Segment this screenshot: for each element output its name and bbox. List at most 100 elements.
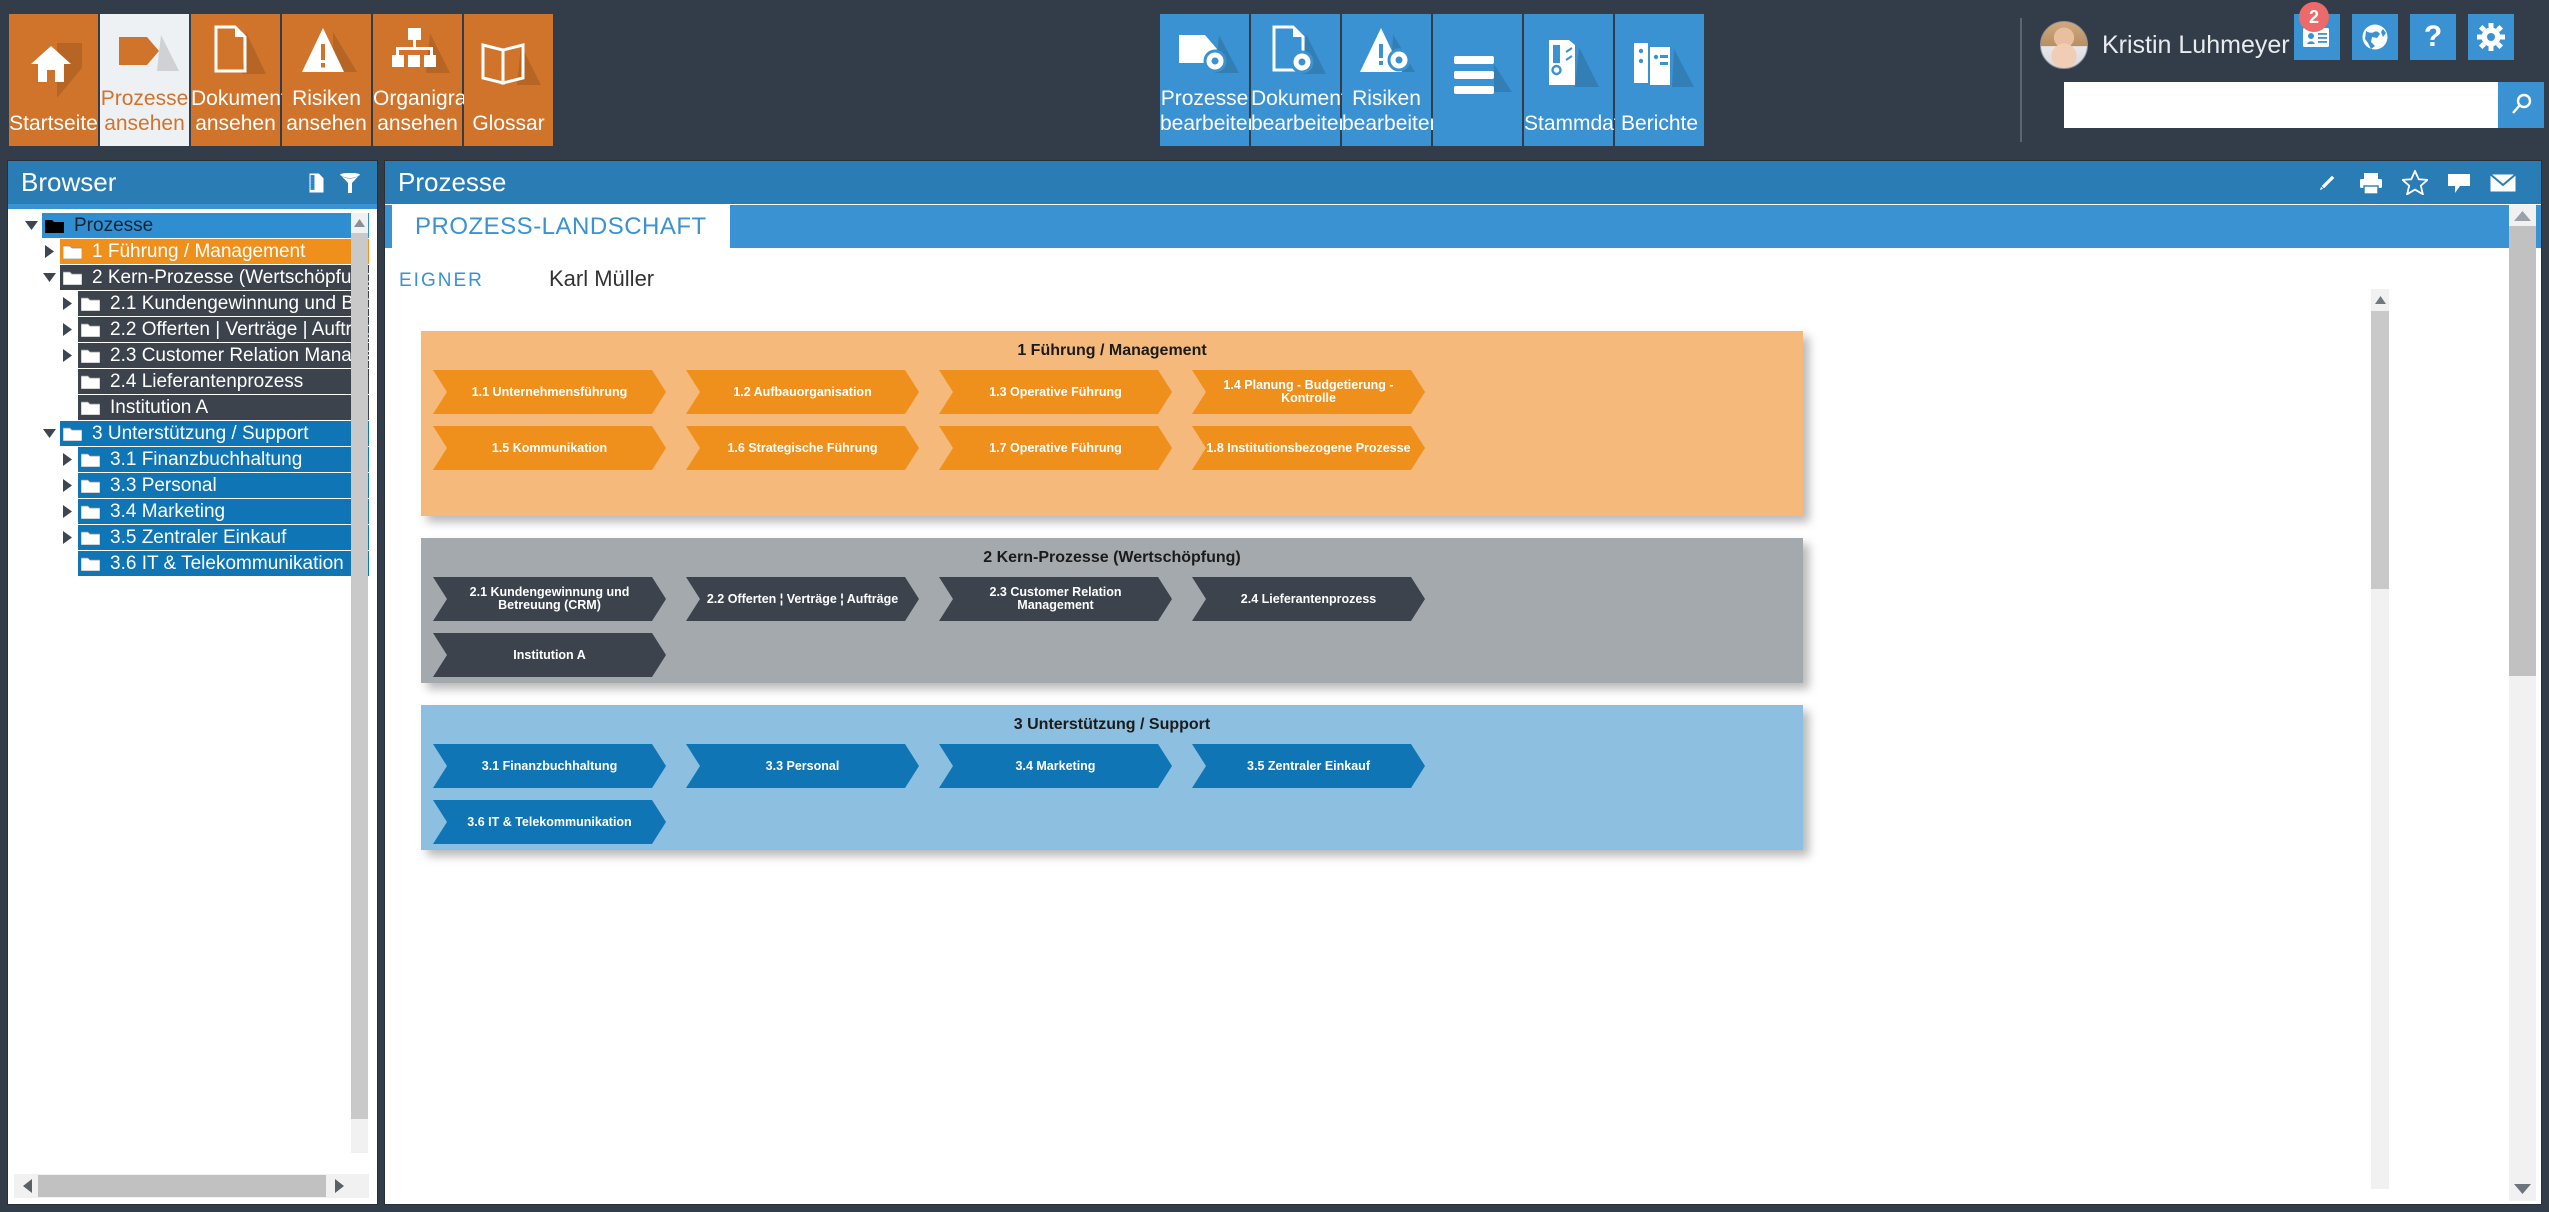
edit-tile-5[interactable]: Stammdaten (1524, 14, 1613, 146)
edit-tile-4[interactable] (1433, 14, 1522, 146)
view-tile-label: Startseite (9, 111, 98, 136)
process-box[interactable]: 1.7 Operative Führung (939, 426, 1172, 470)
globe-icon[interactable] (2352, 14, 2398, 60)
tree-item[interactable]: 2.2 Offerten | Verträge | Aufträge (8, 317, 369, 342)
tree-item[interactable]: 3.1 Finanzbuchhaltung (8, 447, 369, 472)
view-tile-6[interactable]: Glossar (464, 14, 553, 146)
view-tile-5[interactable]: Organigrammansehen (373, 14, 462, 146)
tree-scroll-up-arrow[interactable] (351, 213, 368, 233)
tree-item[interactable]: 2 Kern-Prozesse (Wertschöpfung) (8, 265, 369, 290)
view-tile-4[interactable]: Risikenansehen (282, 14, 371, 146)
tree-scroll-left-arrow[interactable] (16, 1175, 38, 1197)
tree-item[interactable]: 3.3 Personal (8, 473, 369, 498)
tree-item[interactable]: 3 Unterstützung / Support (8, 421, 369, 446)
chevron-right-icon[interactable] (56, 323, 78, 336)
document-icon (191, 14, 280, 86)
tree-item-label: 3.5 Zentraler Einkauf (102, 527, 286, 549)
process-box[interactable]: 1.4 Planung - Budgetierung - Kontrolle (1192, 370, 1425, 414)
diagram-scroll-up-arrow[interactable] (2371, 289, 2389, 311)
chevron-right-icon[interactable] (56, 479, 78, 492)
tree-item[interactable]: 2.3 Customer Relation Management (8, 343, 369, 368)
reports-icon (1615, 14, 1704, 111)
view-tile-3[interactable]: Dokumenteansehen (191, 14, 280, 146)
edit-tile-3[interactable]: Risikenbearbeiten (1342, 14, 1431, 146)
search-icon[interactable] (2498, 82, 2544, 128)
tab-prozess-landschaft[interactable]: PROZESS-LANDSCHAFT (392, 205, 730, 248)
warning-triangle-icon (282, 14, 371, 86)
tree-item[interactable]: 3.4 Marketing (8, 499, 369, 524)
process-box[interactable]: 1.8 Institutionsbezogene Prozesse (1192, 426, 1425, 470)
chevron-right-icon[interactable] (56, 531, 78, 544)
process-box[interactable]: 2.2 Offerten ¦ Verträge ¦ Aufträge (686, 577, 919, 621)
tree-horizontal-thumb[interactable] (38, 1175, 326, 1197)
process-box[interactable]: 1.2 Aufbauorganisation (686, 370, 919, 414)
envelope-icon[interactable] (2481, 166, 2525, 200)
content-vertical-thumb[interactable] (2509, 226, 2536, 676)
process-box[interactable]: 2.3 Customer Relation Management (939, 577, 1172, 621)
view-tile-2[interactable]: Prozesseansehen (100, 14, 189, 146)
edit-tile-6[interactable]: Berichte (1615, 14, 1704, 146)
band-row: 2.1 Kundengewinnung und Betreuung (CRM) 2… (433, 577, 1791, 621)
process-tree: Prozesse1 Führung / Management2 Kern-Pro… (8, 213, 369, 1153)
folder-icon (78, 322, 102, 337)
settings-gear-icon[interactable] (2468, 14, 2514, 60)
tree-item[interactable]: 3.6 IT & Telekommunikation (8, 551, 369, 576)
process-box[interactable]: 1.6 Strategische Führung (686, 426, 919, 470)
process-box[interactable]: 3.6 IT & Telekommunikation (433, 800, 666, 844)
edit-tile-2[interactable]: Dokumentebearbeiten (1251, 14, 1340, 146)
user-name: Kristin Luhmeyer (2102, 31, 2290, 60)
tree-vertical-thumb[interactable] (351, 233, 368, 1119)
filter-funnel-icon[interactable] (333, 166, 367, 200)
process-box[interactable]: 2.4 Lieferantenprozess (1192, 577, 1425, 621)
tree-item-label: 3.6 IT & Telekommunikation (102, 553, 344, 575)
chevron-right-icon[interactable] (56, 505, 78, 518)
process-box[interactable]: 1.5 Kommunikation (433, 426, 666, 470)
help-icon[interactable]: ? (2410, 14, 2456, 60)
chevron-right-icon[interactable] (38, 245, 60, 258)
browser-panel: Browser Prozesse1 Führung / Management2 … (7, 160, 378, 1205)
process-box-label: 1.2 Aufbauorganisation (733, 386, 871, 399)
avatar (2040, 21, 2088, 69)
process-box-label: 1.8 Institutionsbezogene Prozesse (1206, 442, 1410, 455)
star-icon[interactable] (2393, 166, 2437, 200)
chevron-right-icon[interactable] (56, 297, 78, 310)
edit-tile-1[interactable]: Prozessebearbeiten (1160, 14, 1249, 146)
pencil-icon[interactable] (2305, 166, 2349, 200)
view-tile-1[interactable]: Startseite (9, 14, 98, 146)
edit-tile-label: Dokumentebearbeiten (1251, 86, 1340, 136)
band-row: Institution A (433, 633, 1791, 677)
process-box[interactable]: 2.1 Kundengewinnung und Betreuung (CRM) (433, 577, 666, 621)
tree-item[interactable]: 3.5 Zentraler Einkauf (8, 525, 369, 550)
content-scroll-up-arrow[interactable] (2509, 205, 2536, 226)
process-box[interactable]: 3.5 Zentraler Einkauf (1192, 744, 1425, 788)
process-box-label: 1.6 Strategische Führung (727, 442, 877, 455)
tree-item[interactable]: 2.1 Kundengewinnung und Betreuung (CRM) (8, 291, 369, 316)
user-block[interactable]: Kristin Luhmeyer (2040, 14, 2290, 76)
search-input[interactable] (2064, 82, 2498, 128)
tree-item[interactable]: 1 Führung / Management (8, 239, 369, 264)
process-box[interactable]: 1.3 Operative Führung (939, 370, 1172, 414)
chevron-down-icon[interactable] (20, 221, 42, 230)
process-box-label: 1.1 Unternehmensführung (472, 386, 628, 399)
process-box[interactable]: Institution A (433, 633, 666, 677)
printer-icon[interactable] (2349, 166, 2393, 200)
process-box[interactable]: 3.3 Personal (686, 744, 919, 788)
chevron-down-icon[interactable] (38, 429, 60, 438)
document-list-icon[interactable] (299, 166, 333, 200)
process-box[interactable]: 3.4 Marketing (939, 744, 1172, 788)
comment-icon[interactable] (2437, 166, 2481, 200)
tree-item[interactable]: Institution A (8, 395, 369, 420)
diagram-vertical-thumb[interactable] (2371, 311, 2389, 589)
chevron-right-icon[interactable] (56, 349, 78, 362)
binder-icon (1524, 14, 1613, 111)
tree-item[interactable]: Prozesse (8, 213, 369, 238)
folder-icon (78, 374, 102, 389)
process-box[interactable]: 3.1 Finanzbuchhaltung (433, 744, 666, 788)
chevron-right-icon[interactable] (56, 453, 78, 466)
tree-scroll-right-arrow[interactable] (328, 1175, 350, 1197)
home-icon (9, 14, 98, 111)
tree-item[interactable]: 2.4 Lieferantenprozess (8, 369, 369, 394)
content-scroll-down-arrow[interactable] (2509, 1178, 2536, 1199)
chevron-down-icon[interactable] (38, 273, 60, 282)
process-box[interactable]: 1.1 Unternehmensführung (433, 370, 666, 414)
